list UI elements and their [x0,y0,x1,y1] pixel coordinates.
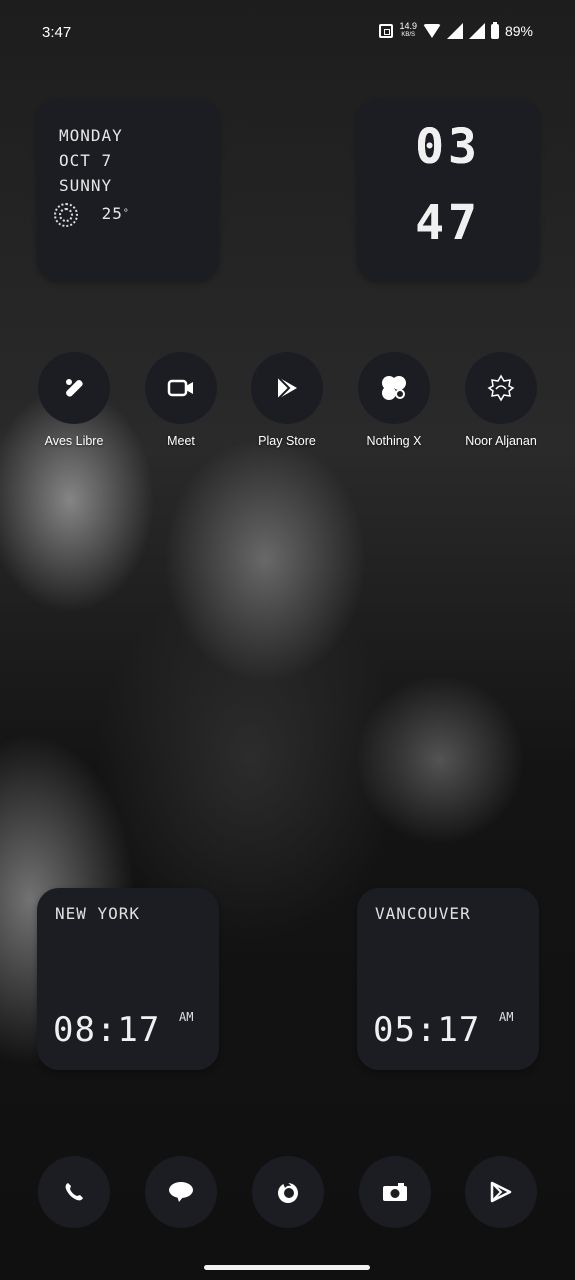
app-play-store[interactable]: Play Store [232,352,342,448]
date-weather-widget[interactable]: MONDAY OCT 7 SUNNY 25° [37,99,219,281]
app-noor-aljanan[interactable]: Noor Aljanan [446,352,556,448]
clock-widget[interactable]: 03 47 [357,99,539,281]
city-name: VANCOUVER [375,904,471,923]
app-aves-libre[interactable]: Aves Libre [19,352,129,448]
date-lines: MONDAY OCT 7 SUNNY 25° [54,123,130,227]
video-camera-icon[interactable] [145,352,217,424]
app-label: Nothing X [366,434,422,448]
clock-hour: 03 [415,119,481,175]
city-time: 05:17 [373,1010,481,1050]
weekday-text: MONDAY [59,126,123,145]
clock-minute: 47 [415,195,481,251]
app-meet[interactable]: Meet [126,352,236,448]
network-speed: 14.9 KB/S [399,22,417,40]
battery-percent: 89% [504,23,533,39]
app-label: Aves Libre [44,434,104,448]
city-time: 08:17 [53,1010,161,1050]
messages-icon[interactable] [145,1156,217,1228]
signal-icon-2 [468,23,485,39]
browser-icon[interactable] [465,1156,537,1228]
status-time: 3:47 [42,24,72,41]
status-bar: 3:47 14.9 KB/S 89% [0,0,575,66]
city-name: NEW YORK [55,904,141,923]
app-label: Meet [167,434,195,448]
app-nothing-x[interactable]: Nothing X [339,352,449,448]
battery-icon [490,21,499,39]
camera-icon[interactable] [359,1156,431,1228]
nfc-icon [379,24,394,38]
temperature-unit: ° [122,208,130,219]
play-store-icon[interactable] [251,352,323,424]
gesture-navigation-bar[interactable] [204,1265,370,1270]
noor-aljanan-icon[interactable] [465,352,537,424]
status-icons: 14.9 KB/S 89% [379,21,533,40]
wifi-icon [422,24,441,38]
world-clock-vancouver[interactable]: VANCOUVER 05:17 AM [357,888,539,1070]
date-text: OCT 7 [59,151,113,170]
city-period: AM [179,1010,194,1024]
world-clock-new-york[interactable]: NEW YORK 08:17 AM [37,888,219,1070]
app-label: Play Store [258,434,316,448]
city-period: AM [499,1010,514,1024]
nothing-x-icon[interactable] [358,352,430,424]
app-label: Noor Aljanan [465,434,537,448]
network-speed-value: 14.9 [399,21,417,31]
phone-icon[interactable] [38,1156,110,1228]
network-speed-unit: KB/S [401,32,416,38]
sun-icon [54,202,78,227]
temperature-row: 25° [54,201,130,227]
firefox-icon[interactable] [252,1156,324,1228]
signal-icon [446,23,463,39]
weather-text: SUNNY [59,176,113,195]
aves-libre-icon[interactable] [38,352,110,424]
temperature-value: 25 [101,204,123,223]
